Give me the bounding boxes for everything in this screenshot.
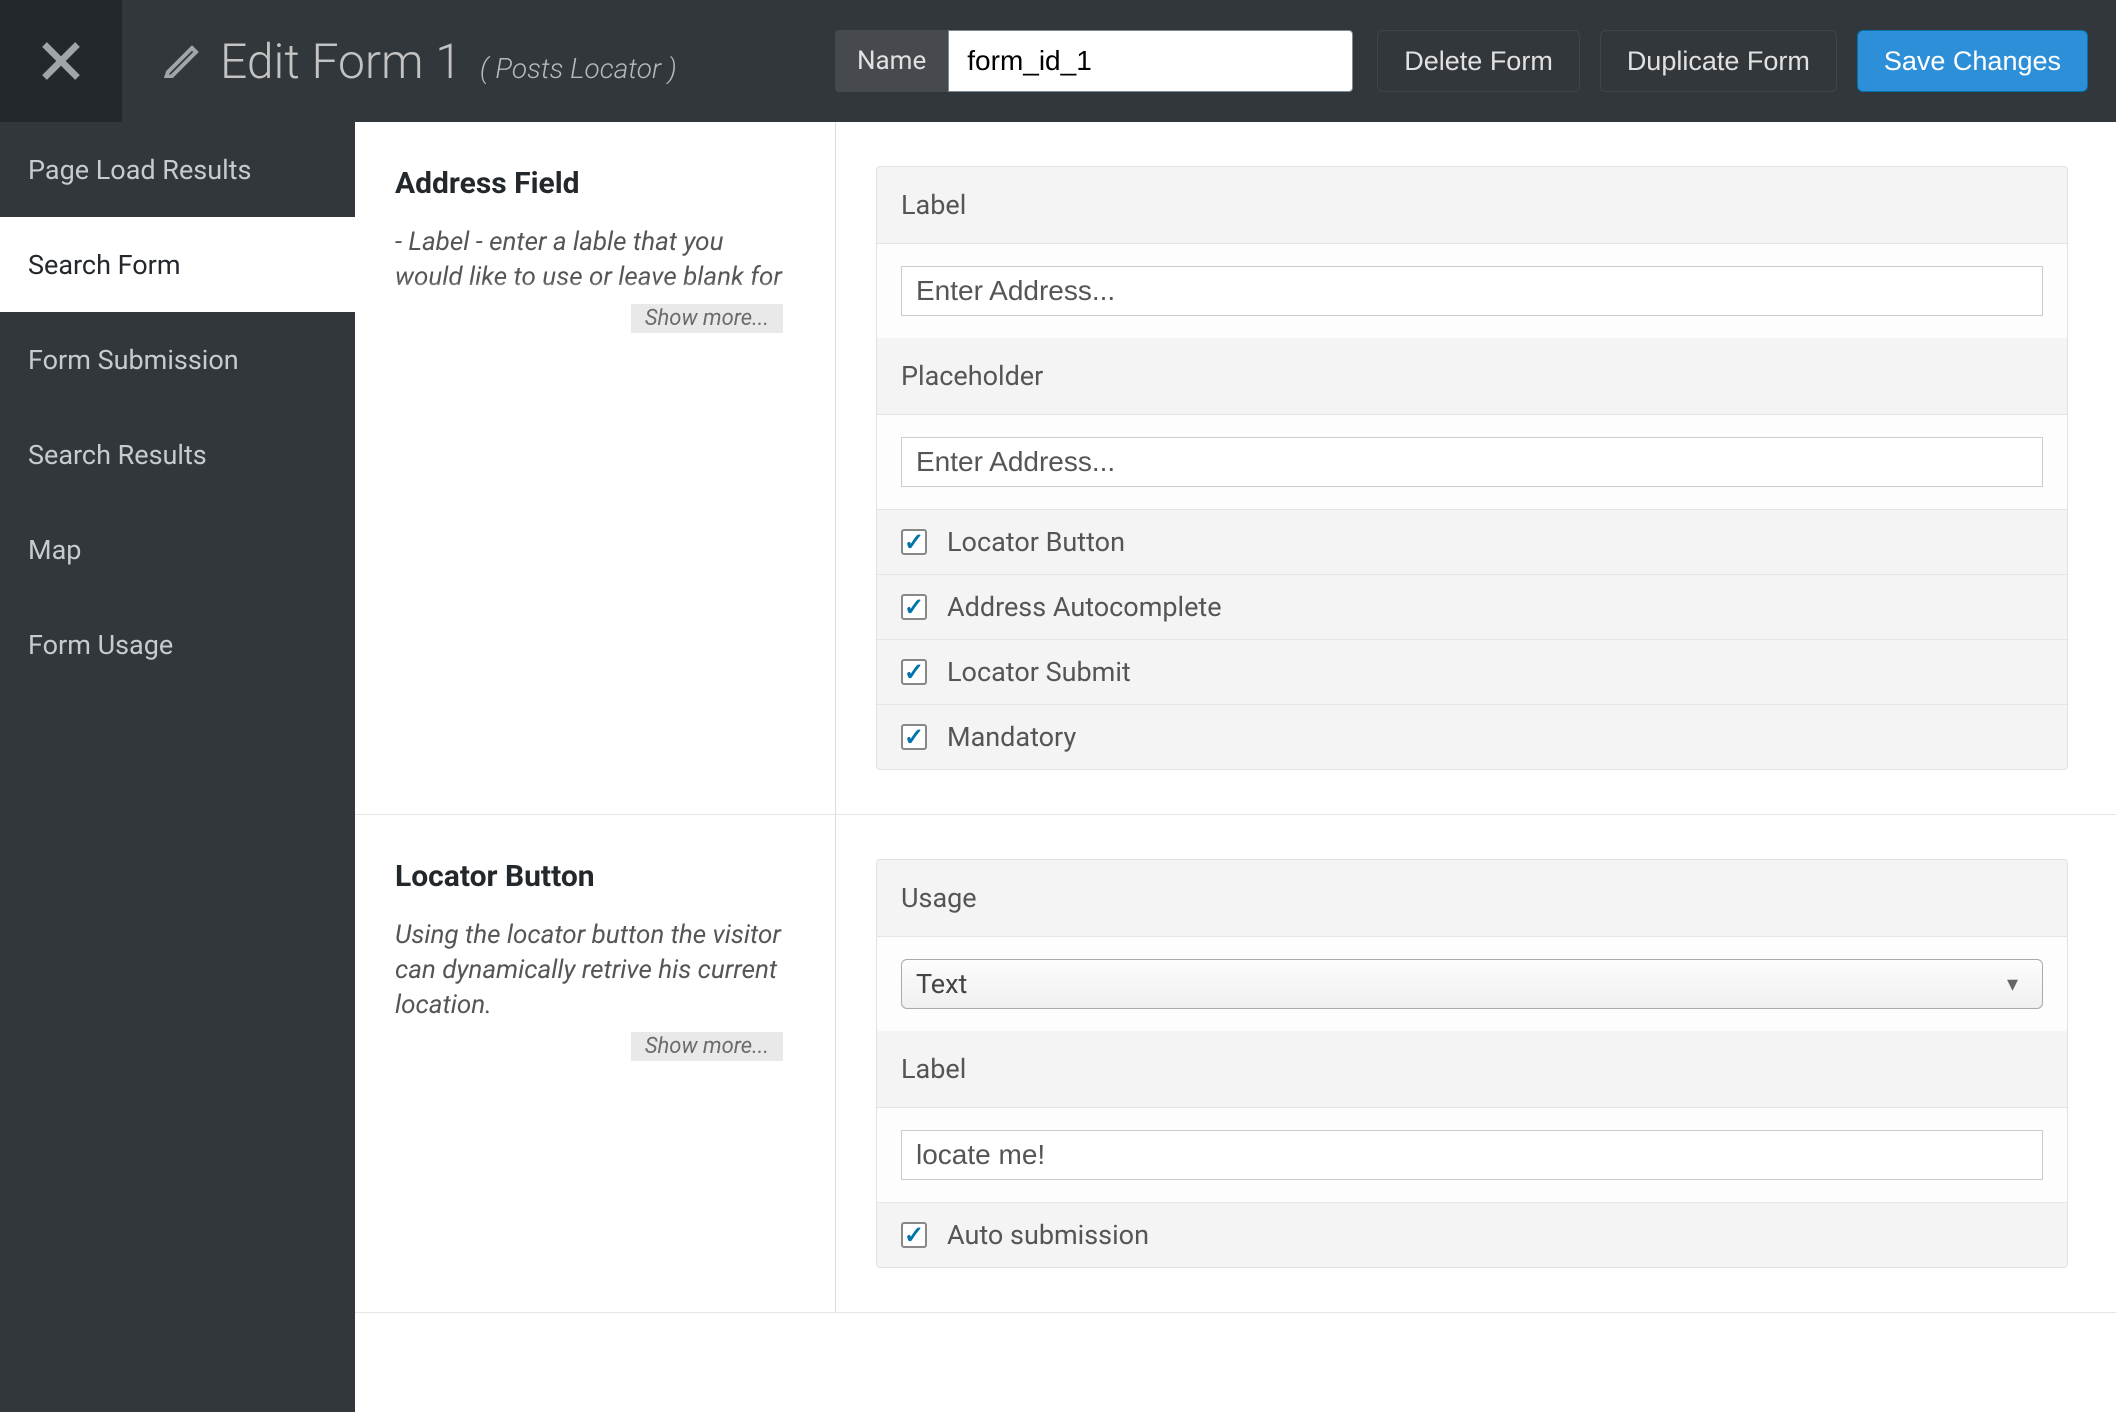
close-button[interactable] <box>0 0 122 122</box>
sidebar: Page Load Results Search Form Form Submi… <box>0 122 355 1412</box>
sidebar-item-form-usage[interactable]: Form Usage <box>0 597 355 692</box>
header-actions: Name Delete Form Duplicate Form Save Cha… <box>835 30 2116 92</box>
title-block: Edit Form 1 ( Posts Locator ) <box>122 33 677 90</box>
layout: Page Load Results Search Form Form Submi… <box>0 122 2116 1412</box>
locator-usage-head: Usage <box>877 860 2067 937</box>
address-placeholder-input[interactable] <box>901 437 2043 487</box>
checkbox-icon <box>901 659 927 685</box>
section-locator-button: Locator Button Using the locator button … <box>355 815 2116 1313</box>
locator-button-show-more[interactable]: Show more... <box>631 1032 783 1061</box>
locator-button-desc: Using the locator button the visitor can… <box>395 918 795 1023</box>
name-group: Name <box>835 30 1353 92</box>
duplicate-form-button[interactable]: Duplicate Form <box>1600 30 1837 92</box>
locator-label-head: Label <box>877 1031 2067 1108</box>
section-address-field: Address Field - Label - enter a lable th… <box>355 122 2116 815</box>
locator-button-settings: Usage Text Label Auto submission <box>876 859 2068 1268</box>
name-input[interactable] <box>948 30 1353 92</box>
checkbox-icon <box>901 724 927 750</box>
sidebar-item-form-submission[interactable]: Form Submission <box>0 312 355 407</box>
check-mandatory[interactable]: Mandatory <box>877 704 2067 769</box>
checkbox-icon <box>901 1222 927 1248</box>
main: Address Field - Label - enter a lable th… <box>355 122 2116 1412</box>
address-placeholder-head: Placeholder <box>877 338 2067 415</box>
divider <box>835 815 836 1312</box>
pencil-icon <box>162 38 202 84</box>
page-subtitle: ( Posts Locator ) <box>480 52 677 85</box>
address-label-head: Label <box>877 167 2067 244</box>
check-label: Locator Button <box>947 526 1125 558</box>
address-field-show-more[interactable]: Show more... <box>631 304 783 333</box>
select-value: Text <box>916 968 967 1000</box>
address-field-title: Address Field <box>395 166 795 201</box>
name-label: Name <box>835 30 948 92</box>
locator-button-desc-col: Locator Button Using the locator button … <box>395 859 795 1268</box>
check-address-autocomplete[interactable]: Address Autocomplete <box>877 574 2067 639</box>
sidebar-item-map[interactable]: Map <box>0 502 355 597</box>
check-auto-submission[interactable]: Auto submission <box>877 1202 2067 1267</box>
checkbox-icon <box>901 529 927 555</box>
check-label: Locator Submit <box>947 656 1131 688</box>
check-locator-submit[interactable]: Locator Submit <box>877 639 2067 704</box>
locator-usage-select[interactable]: Text <box>901 959 2043 1009</box>
address-field-desc-col: Address Field - Label - enter a lable th… <box>395 166 795 770</box>
sidebar-item-page-load-results[interactable]: Page Load Results <box>0 122 355 217</box>
locator-button-title: Locator Button <box>395 859 795 894</box>
address-field-desc: - Label - enter a lable that you would l… <box>395 225 795 295</box>
address-label-input[interactable] <box>901 266 2043 316</box>
page-title: Edit Form 1 <box>220 33 462 90</box>
checkbox-icon <box>901 594 927 620</box>
topbar: Edit Form 1 ( Posts Locator ) Name Delet… <box>0 0 2116 122</box>
close-icon <box>39 39 83 83</box>
delete-form-button[interactable]: Delete Form <box>1377 30 1580 92</box>
check-locator-button[interactable]: Locator Button <box>877 509 2067 574</box>
check-label: Auto submission <box>947 1219 1149 1251</box>
sidebar-item-search-form[interactable]: Search Form <box>0 217 355 312</box>
save-changes-button[interactable]: Save Changes <box>1857 30 2088 92</box>
divider <box>835 122 836 814</box>
sidebar-item-search-results[interactable]: Search Results <box>0 407 355 502</box>
address-field-settings: Label Placeholder Locator Button Ad <box>876 166 2068 770</box>
check-label: Address Autocomplete <box>947 591 1222 623</box>
locator-label-input[interactable] <box>901 1130 2043 1180</box>
check-label: Mandatory <box>947 721 1076 753</box>
